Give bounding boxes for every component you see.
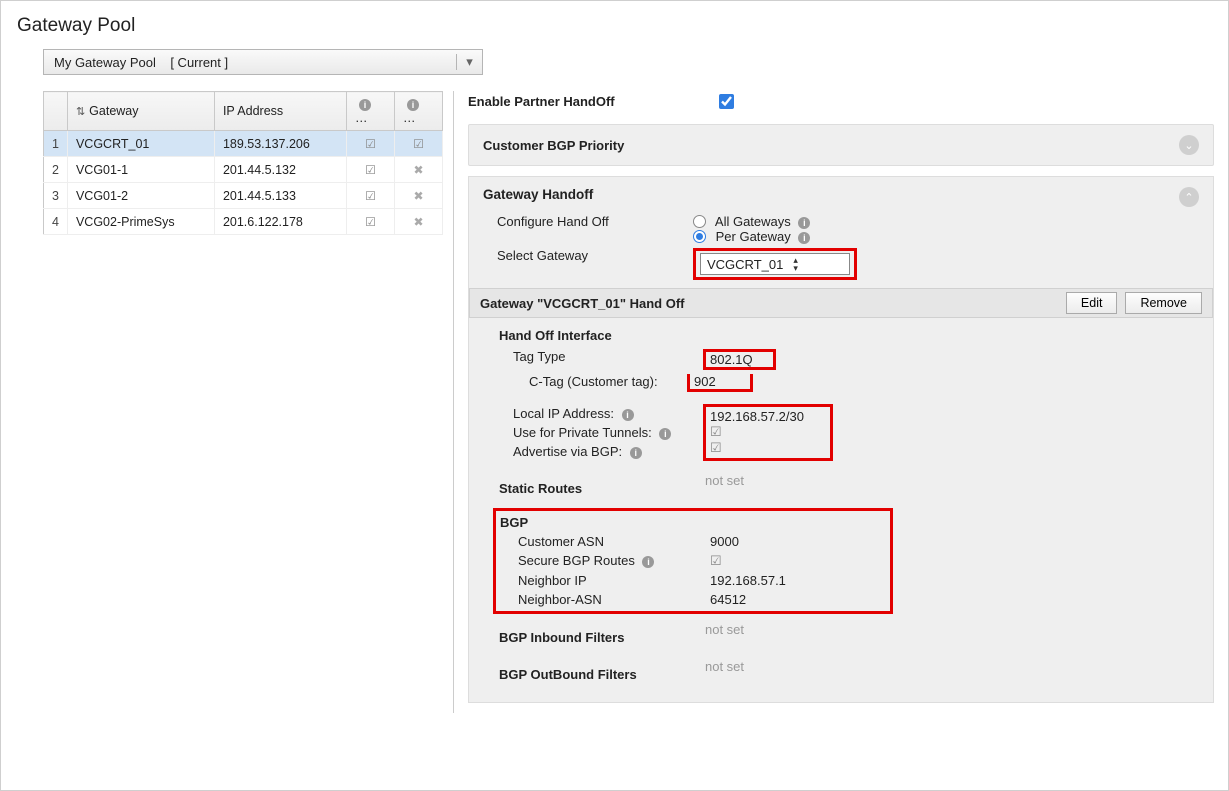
info-icon[interactable] <box>798 217 810 229</box>
check-icon <box>710 424 722 439</box>
bgp-outbound-filters-value: not set <box>705 659 744 686</box>
tag-type-label: Tag Type <box>483 349 703 370</box>
gateway-detail-header: Gateway "VCGCRT_01" Hand Off Edit Remove <box>469 288 1213 318</box>
check-icon <box>365 137 376 151</box>
chevron-collapse-icon[interactable]: ⌃ <box>1179 187 1199 207</box>
bgp-title: BGP <box>500 515 886 530</box>
check-icon <box>413 137 424 151</box>
pool-select-dropdown[interactable]: My Gateway Pool [ Current ] ▾ <box>43 49 483 75</box>
info-icon[interactable] <box>798 232 810 244</box>
pool-select-tag: [ Current ] <box>170 55 228 70</box>
neighbor-asn-value: 64512 <box>710 592 746 607</box>
bgp-inbound-filters-value: not set <box>705 622 744 649</box>
x-icon <box>413 215 423 229</box>
info-icon[interactable] <box>642 556 654 568</box>
radio-per-gateway[interactable] <box>693 230 706 243</box>
radio-per-gateway-label: Per Gateway <box>716 229 791 244</box>
use-private-tunnels-label: Use for Private Tunnels: <box>483 425 703 440</box>
select-gateway-dropdown[interactable]: VCGCRT_01 ▴▾ <box>700 253 850 275</box>
gateway-table: ⇅Gateway IP Address … … 1 VCGCRT_01 189.… <box>43 91 443 235</box>
enable-partner-handoff-checkbox[interactable] <box>719 94 734 109</box>
static-routes-value: not set <box>705 473 744 500</box>
secure-bgp-label: Secure BGP Routes <box>500 553 710 569</box>
enable-partner-handoff-label: Enable Partner HandOff <box>468 94 615 109</box>
radio-all-gateways[interactable] <box>693 215 706 228</box>
neighbor-asn-label: Neighbor-ASN <box>500 592 710 607</box>
chevron-down-icon: ▾ <box>456 54 482 70</box>
check-icon <box>365 189 376 203</box>
radio-all-gateways-label: All Gateways <box>715 214 791 229</box>
tag-type-value: 802.1Q <box>710 352 753 367</box>
edit-button[interactable]: Edit <box>1066 292 1118 314</box>
gateway-handoff-title: Gateway Handoff <box>483 187 593 202</box>
table-row[interactable]: 2 VCG01-1 201.44.5.132 <box>44 157 443 183</box>
accordion-title: Customer BGP Priority <box>483 138 624 153</box>
col-ip[interactable]: IP Address <box>214 92 346 131</box>
neighbor-ip-value: 192.168.57.1 <box>710 573 786 588</box>
col-gateway[interactable]: ⇅Gateway <box>67 92 214 131</box>
configure-handoff-label: Configure Hand Off <box>483 214 693 244</box>
table-row[interactable]: 1 VCGCRT_01 189.53.137.206 <box>44 131 443 157</box>
info-icon <box>359 99 371 111</box>
gateway-handoff-panel: Gateway Handoff ⌃ Configure Hand Off All… <box>468 176 1214 703</box>
col-3[interactable]: … <box>347 92 395 131</box>
remove-button[interactable]: Remove <box>1125 292 1202 314</box>
x-icon <box>413 163 423 177</box>
sort-icon: ⇅ <box>76 106 85 118</box>
local-ip-label: Local IP Address: <box>483 406 703 421</box>
neighbor-ip-label: Neighbor IP <box>500 573 710 588</box>
table-row[interactable]: 3 VCG01-2 201.44.5.133 <box>44 183 443 209</box>
info-icon <box>407 99 419 111</box>
handoff-interface-title: Hand Off Interface <box>485 328 1199 343</box>
page-title: Gateway Pool <box>17 15 1214 37</box>
customer-asn-label: Customer ASN <box>500 534 710 549</box>
info-icon[interactable] <box>659 428 671 440</box>
chevron-expand-icon: ⌄ <box>1179 135 1199 155</box>
pool-select-name: My Gateway Pool <box>54 55 156 70</box>
info-icon[interactable] <box>630 447 642 459</box>
check-icon <box>710 440 722 455</box>
local-ip-value: 192.168.57.2/30 <box>710 409 826 424</box>
bgp-inbound-filters-title: BGP Inbound Filters <box>485 630 705 645</box>
check-icon <box>365 163 376 177</box>
table-row[interactable]: 4 VCG02-PrimeSys 201.6.122.178 <box>44 209 443 235</box>
select-gateway-label: Select Gateway <box>483 248 693 280</box>
static-routes-title: Static Routes <box>485 481 705 496</box>
advertise-via-bgp-label: Advertise via BGP: <box>483 444 703 459</box>
bgp-outbound-filters-title: BGP OutBound Filters <box>485 667 705 682</box>
check-icon <box>365 215 376 229</box>
customer-asn-value: 9000 <box>710 534 739 549</box>
col-4[interactable]: … <box>395 92 443 131</box>
customer-bgp-priority-accordion[interactable]: Customer BGP Priority ⌄ <box>468 124 1214 166</box>
ctag-label: C-Tag (Customer tag): <box>483 374 703 392</box>
info-icon[interactable] <box>622 409 634 421</box>
check-icon <box>710 553 722 568</box>
x-icon <box>413 189 423 203</box>
ctag-value: 902 <box>694 374 716 389</box>
select-arrows-icon: ▴▾ <box>789 256 849 272</box>
